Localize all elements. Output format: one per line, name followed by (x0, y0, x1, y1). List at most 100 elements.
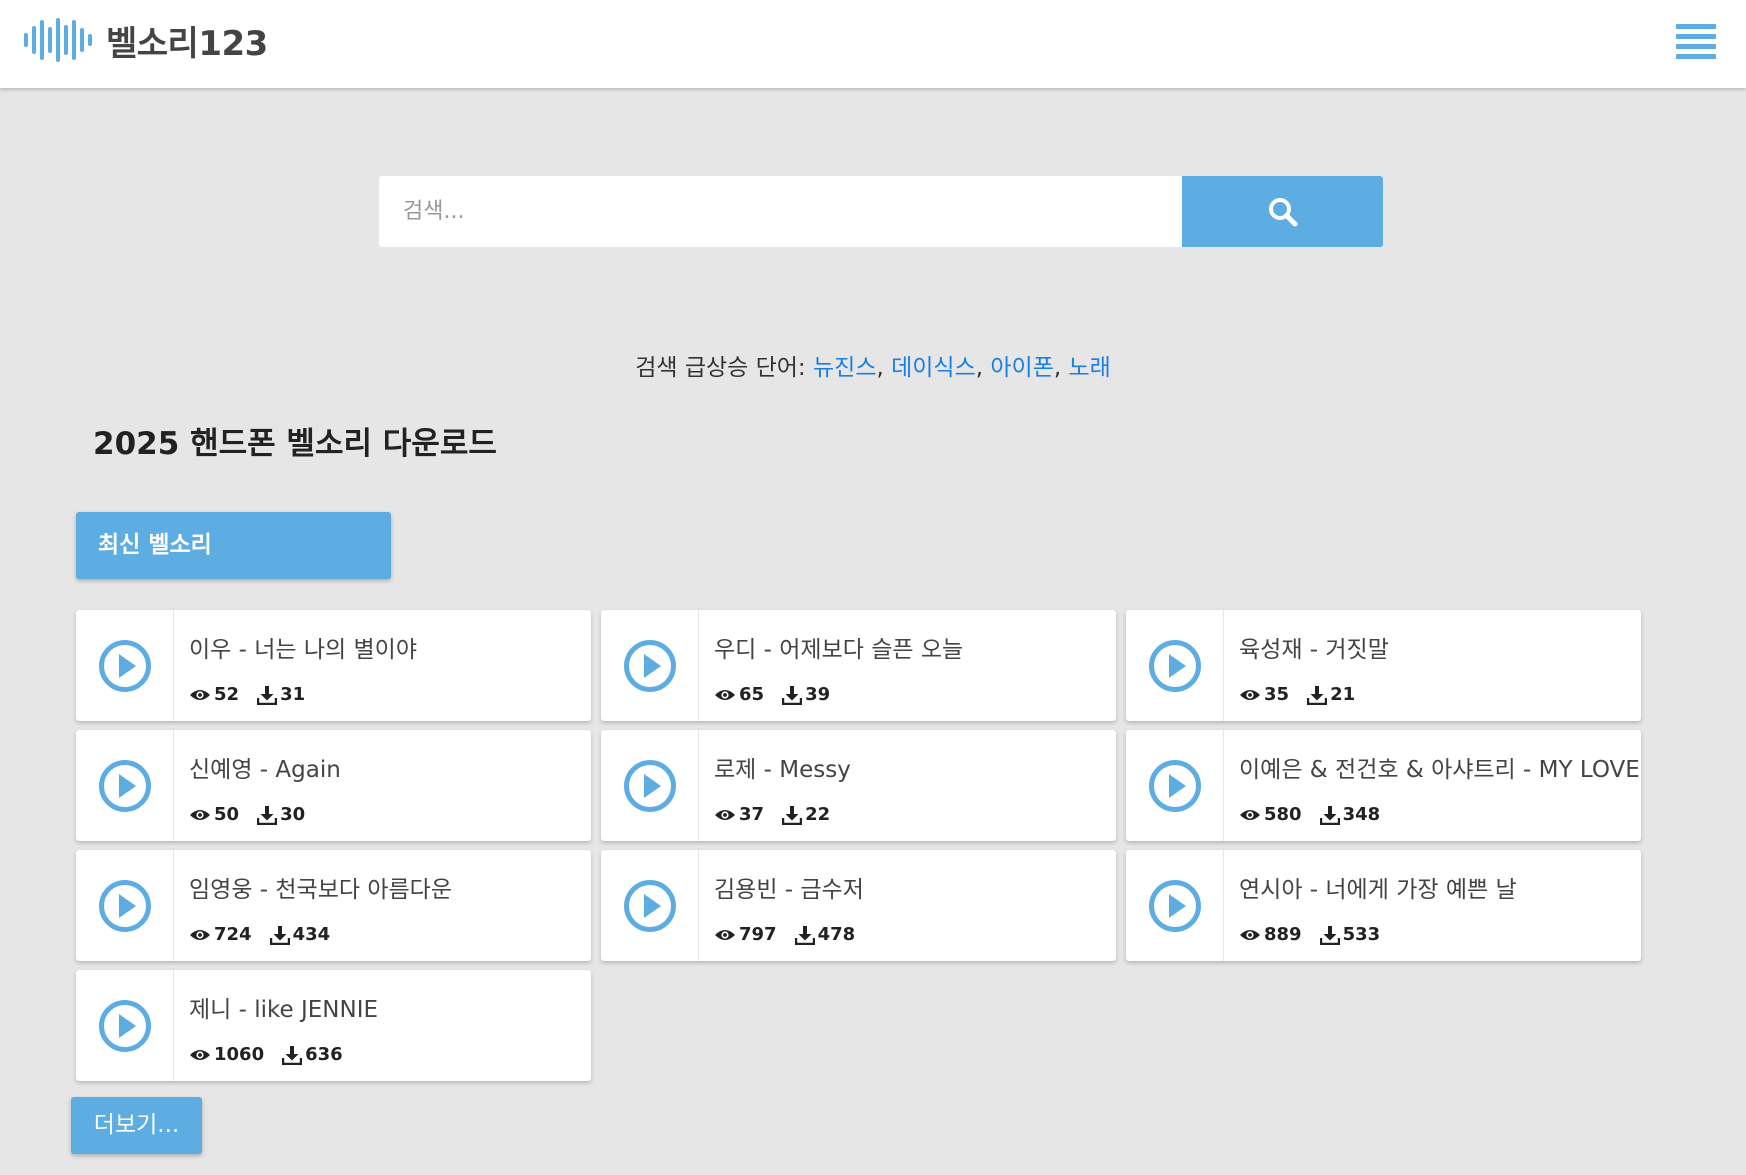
ringtone-stats: 37 22 (714, 804, 848, 825)
hamburger-menu-icon[interactable] (1676, 24, 1716, 64)
ringtone-card[interactable]: 우디 - 어제보다 슬픈 오늘 65 39 (601, 610, 1116, 721)
download-count-value: 39 (805, 684, 831, 705)
ringtone-title[interactable]: 신예영 - Again (189, 750, 591, 784)
views-eye-icon (1240, 809, 1260, 820)
view-count-value: 889 (1264, 924, 1302, 945)
download-count: 30 (257, 804, 305, 825)
ringtone-card[interactable]: 이우 - 너는 나의 별이야 52 31 (76, 610, 591, 721)
ringtone-card[interactable]: 신예영 - Again 50 30 (76, 730, 591, 841)
play-button[interactable] (601, 850, 699, 961)
ringtone-stats: 1060 636 (189, 1044, 361, 1065)
search-input[interactable] (379, 176, 1182, 247)
page-title: 2025 핸드폰 벨소리 다운로드 (93, 426, 497, 462)
download-count-value: 30 (280, 804, 306, 825)
ringtone-card[interactable]: 김용빈 - 금수저 797 478 (601, 850, 1116, 961)
play-icon (623, 759, 676, 812)
ringtone-card[interactable]: 제니 - like JENNIE 1060 636 (76, 970, 591, 1081)
play-icon (1148, 879, 1201, 932)
ringtone-title[interactable]: 임영웅 - 천국보다 아름다운 (189, 870, 591, 904)
download-count: 636 (282, 1044, 343, 1065)
ringtone-stats: 65 39 (714, 684, 848, 705)
view-count-value: 580 (1264, 804, 1302, 825)
play-button[interactable] (1126, 850, 1224, 961)
ringtone-card[interactable]: 로제 - Messy 37 22 (601, 730, 1116, 841)
trending-link-4[interactable]: 노래 (1068, 355, 1110, 381)
ringtone-stats: 797 478 (714, 924, 873, 945)
play-icon (98, 879, 151, 932)
site-logo[interactable]: 벨소리123 (24, 16, 268, 64)
ringtone-stats: 52 31 (189, 684, 323, 705)
ringtone-card[interactable]: 이예은 & 전건호 & 아샤트리 - MY LOVE (2 580 348 (1126, 730, 1641, 841)
ringtone-stats: 50 30 (189, 804, 323, 825)
play-button[interactable] (76, 610, 174, 721)
download-count-value: 22 (805, 804, 831, 825)
waveform-icon (24, 16, 92, 64)
play-button[interactable] (76, 850, 174, 961)
views-eye-icon (190, 689, 210, 700)
view-count: 50 (189, 804, 239, 825)
download-icon (1307, 685, 1328, 705)
ringtone-card[interactable]: 임영웅 - 천국보다 아름다운 724 434 (76, 850, 591, 961)
download-icon (282, 1045, 303, 1065)
views-eye-icon (715, 689, 735, 700)
view-count: 37 (714, 804, 764, 825)
view-count-value: 52 (214, 684, 240, 705)
view-count-value: 35 (1264, 684, 1290, 705)
ringtone-card[interactable]: 연시아 - 너에게 가장 예쁜 날 889 533 (1126, 850, 1641, 961)
view-count: 65 (714, 684, 764, 705)
trending-keywords: 검색 급상승 단어: 뉴진스, 데이식스, 아이폰, 노래 (635, 355, 1111, 381)
download-icon (782, 685, 803, 705)
play-icon (623, 879, 676, 932)
trending-link-3[interactable]: 아이폰 (990, 355, 1053, 381)
download-count: 478 (794, 924, 855, 945)
download-count: 434 (269, 924, 330, 945)
view-count: 35 (1239, 684, 1289, 705)
view-count-value: 797 (739, 924, 777, 945)
search-button[interactable] (1182, 176, 1383, 247)
ringtone-card[interactable]: 육성재 - 거짓말 35 21 (1126, 610, 1641, 721)
play-button[interactable] (76, 970, 174, 1081)
view-count-value: 65 (739, 684, 765, 705)
download-count-value: 636 (305, 1044, 343, 1065)
play-button[interactable] (601, 610, 699, 721)
play-icon (1148, 639, 1201, 692)
download-count: 39 (782, 684, 830, 705)
ringtone-stats: 889 533 (1239, 924, 1398, 945)
ringtone-title[interactable]: 이예은 & 전건호 & 아샤트리 - MY LOVE (2 (1239, 750, 1641, 784)
download-count-value: 348 (1342, 804, 1381, 825)
ringtone-stats: 35 21 (1239, 684, 1373, 705)
site-title: 벨소리123 (106, 23, 268, 64)
play-button[interactable] (76, 730, 174, 841)
download-icon (269, 925, 290, 945)
download-count: 31 (257, 684, 305, 705)
view-count: 797 (714, 924, 777, 945)
play-icon (98, 639, 151, 692)
ringtone-title[interactable]: 김용빈 - 금수저 (714, 870, 1116, 904)
views-eye-icon (190, 1049, 210, 1060)
play-button[interactable] (601, 730, 699, 841)
ringtone-title[interactable]: 육성재 - 거짓말 (1239, 630, 1641, 664)
ringtone-title[interactable]: 연시아 - 너에게 가장 예쁜 날 (1239, 870, 1641, 904)
download-icon (1319, 805, 1340, 825)
view-count: 580 (1239, 804, 1302, 825)
ringtone-title[interactable]: 이우 - 너는 나의 별이야 (189, 630, 591, 664)
play-icon (623, 639, 676, 692)
views-eye-icon (190, 809, 210, 820)
ringtone-title[interactable]: 로제 - Messy (714, 750, 1116, 784)
play-button[interactable] (1126, 610, 1224, 721)
ringtone-title[interactable]: 우디 - 어제보다 슬픈 오늘 (714, 630, 1116, 664)
top-navbar: 벨소리123 (0, 0, 1746, 88)
play-button[interactable] (1126, 730, 1224, 841)
trending-link-2[interactable]: 데이식스 (891, 355, 976, 381)
trending-link-1[interactable]: 뉴진스 (813, 355, 876, 381)
download-icon (257, 805, 278, 825)
play-icon (98, 999, 151, 1052)
ringtone-title[interactable]: 제니 - like JENNIE (189, 990, 591, 1024)
download-icon (794, 925, 815, 945)
play-icon (1148, 759, 1201, 812)
tab-latest-ringtones[interactable]: 최신 벨소리 (76, 512, 391, 579)
download-count: 348 (1319, 804, 1381, 825)
download-count-value: 31 (280, 684, 306, 705)
view-count-value: 37 (739, 804, 765, 825)
more-button[interactable]: 더보기... (71, 1097, 202, 1154)
